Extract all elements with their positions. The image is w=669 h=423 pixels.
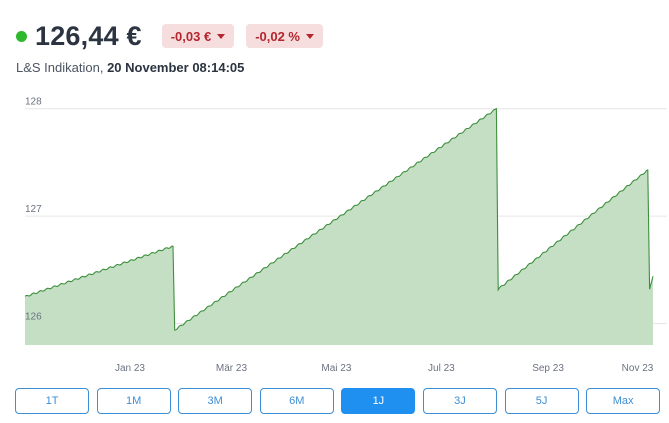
x-tick-label: Mär 23 <box>216 363 248 374</box>
indication-timestamp: 20 November 08:14:05 <box>107 60 245 75</box>
range-tab-bar: 1T 1M 3M 6M 1J 3J 5J Max <box>15 388 668 414</box>
y-tick-label: 127 <box>25 204 42 215</box>
change-absolute-value: -0,03 € <box>170 28 212 44</box>
range-tab-6m[interactable]: 6M <box>259 388 334 414</box>
x-tick-label: Mai 23 <box>321 363 351 374</box>
caret-down-icon <box>217 33 226 39</box>
quote-header: 126,44 € -0,03 € -0,02 % <box>16 18 323 54</box>
range-tab-5j[interactable]: 5J <box>504 388 579 414</box>
change-absolute-badge: -0,03 € <box>161 24 235 48</box>
range-tab-3m[interactable]: 3M <box>178 388 253 414</box>
market-status-dot <box>16 30 27 42</box>
x-tick-label: Jan 23 <box>115 363 145 374</box>
y-tick-label: 128 <box>25 97 42 108</box>
x-tick-label: Jul 23 <box>428 363 455 374</box>
indication-line: L&S Indikation, 20 November 08:14:05 <box>16 60 244 75</box>
indication-source: L&S Indikation, <box>16 60 108 75</box>
x-tick-label: Nov 23 <box>622 363 654 374</box>
price-chart[interactable]: 126 127 128 Jan 23 Mär 23 Mai 23 Jul 23 Sep 23 N… <box>0 90 669 380</box>
range-tab-max[interactable]: Max <box>586 388 661 414</box>
y-tick-label: 126 <box>25 312 42 323</box>
caret-down-icon <box>306 33 314 39</box>
change-percent-badge: -0,02 % <box>246 24 323 48</box>
price-value: 126,44 € <box>35 20 142 51</box>
x-tick-label: Sep 23 <box>532 363 564 374</box>
range-tab-1j[interactable]: 1J <box>341 388 416 414</box>
range-tab-1t[interactable]: 1T <box>15 388 89 414</box>
range-tab-3j[interactable]: 3J <box>422 388 497 414</box>
series-area <box>25 108 653 345</box>
range-tab-1m[interactable]: 1M <box>96 388 171 414</box>
change-percent-value: -0,02 % <box>255 28 300 44</box>
